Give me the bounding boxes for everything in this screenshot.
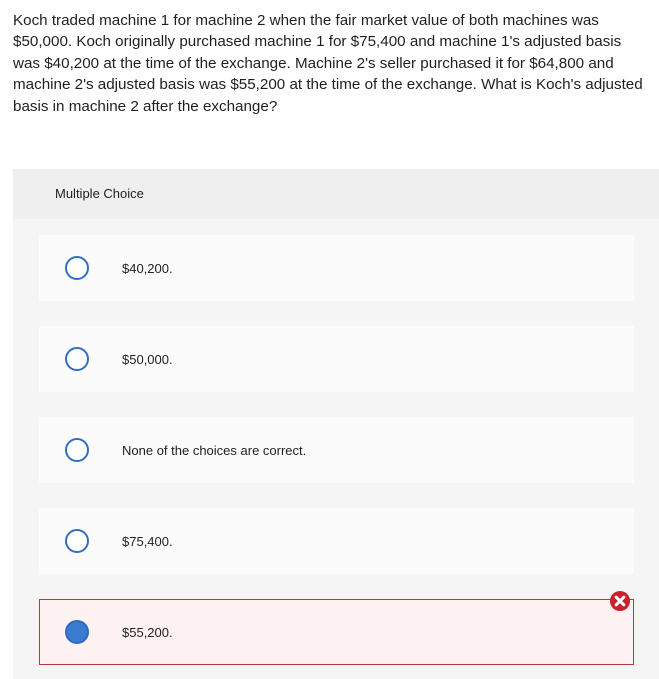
choice-option-2[interactable]: $50,000. <box>39 326 634 392</box>
radio-button[interactable] <box>65 438 89 462</box>
radio-button[interactable] <box>65 529 89 553</box>
panel-title: Multiple Choice <box>55 186 144 201</box>
choice-label: $75,400. <box>122 534 173 549</box>
incorrect-badge <box>610 591 630 611</box>
panel-header: Multiple Choice <box>13 169 659 219</box>
choice-option-3[interactable]: None of the choices are correct. <box>39 417 634 483</box>
radio-button[interactable] <box>65 347 89 371</box>
close-x-icon <box>614 595 626 607</box>
choice-label: $50,000. <box>122 352 173 367</box>
choice-option-5-selected[interactable]: $55,200. <box>39 591 634 665</box>
question-text: Koch traded machine 1 for machine 2 when… <box>13 12 643 115</box>
choice-option-1[interactable]: $40,200. <box>39 235 634 301</box>
choice-label: None of the choices are correct. <box>122 443 307 458</box>
choice-label: $40,200. <box>122 261 173 276</box>
multiple-choice-panel: Multiple Choice $40,200. $50,000. None o… <box>13 169 659 679</box>
choice-label: $55,200. <box>122 625 173 640</box>
radio-button[interactable] <box>65 256 89 280</box>
choice-option-4[interactable]: $75,400. <box>39 508 634 574</box>
radio-button-selected[interactable] <box>65 620 89 644</box>
